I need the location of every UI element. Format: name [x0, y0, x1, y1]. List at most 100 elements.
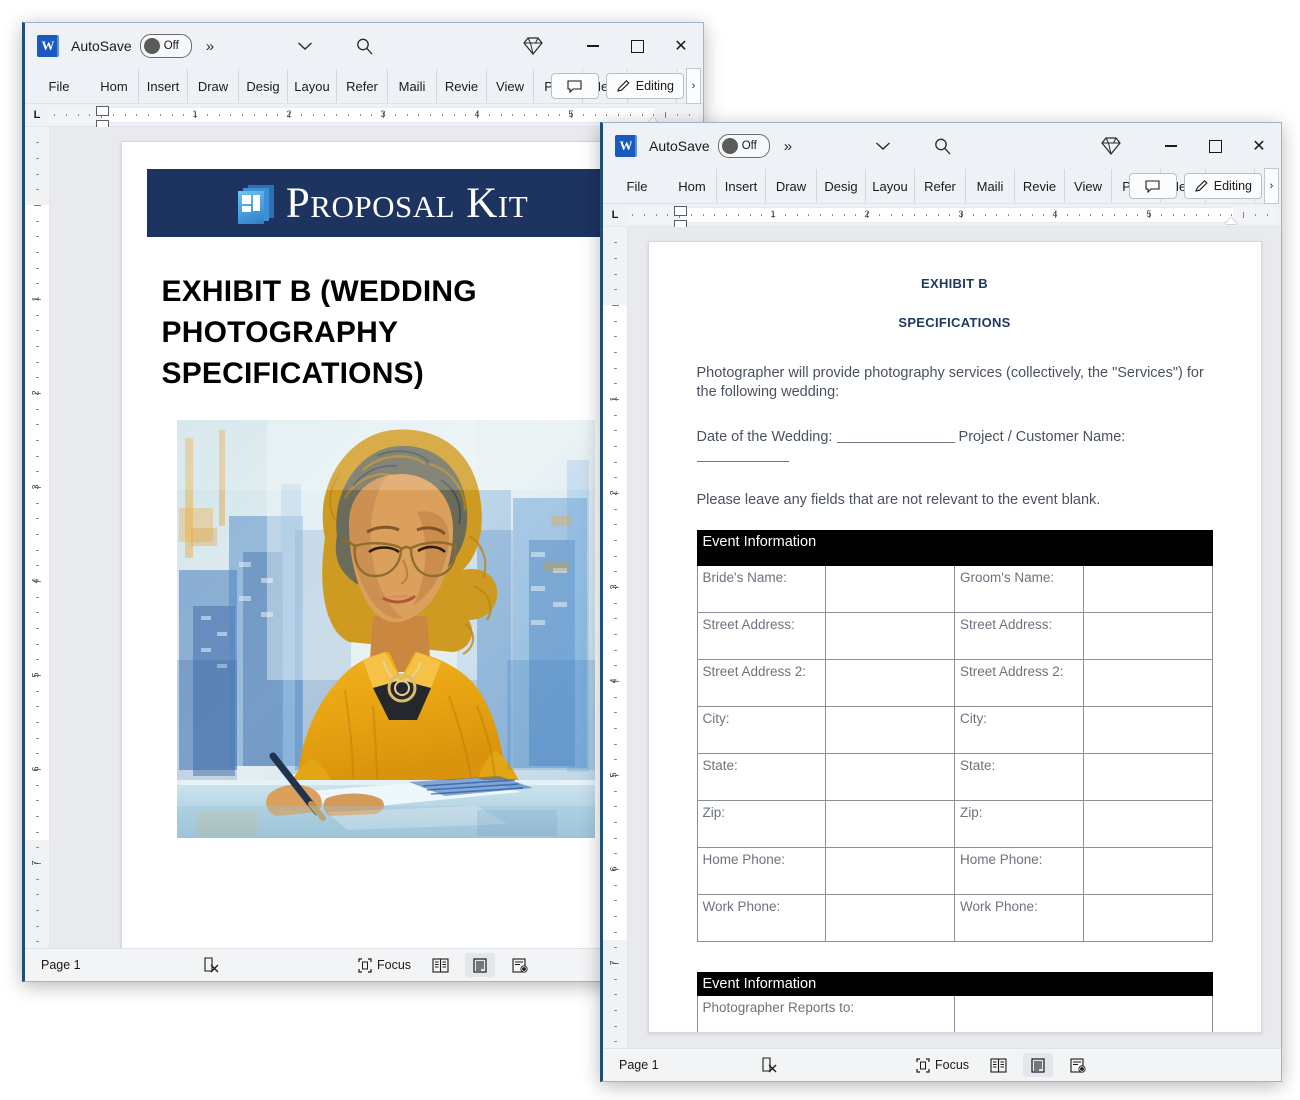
cell-value[interactable] — [954, 995, 1213, 1032]
tab-draw[interactable]: Draw — [766, 169, 817, 203]
maximize-button[interactable] — [615, 23, 659, 69]
cell-value[interactable] — [1082, 659, 1213, 708]
horizontal-ruler-track[interactable]: 12345 — [627, 206, 1277, 230]
search-icon[interactable] — [933, 137, 952, 156]
tab-mailings[interactable]: Maili — [388, 69, 437, 103]
diamond-icon[interactable] — [1101, 137, 1121, 155]
table-row[interactable]: Street Address 2: Street Address 2: — [696, 659, 1213, 708]
tab-view[interactable]: View — [1065, 169, 1112, 203]
tab-file[interactable]: File — [35, 69, 90, 103]
cell-value[interactable] — [1082, 753, 1213, 802]
cell-value[interactable] — [1082, 565, 1213, 614]
ribbon-overflow-chevron-icon[interactable]: › — [1264, 168, 1279, 204]
tab-design[interactable]: Desig — [239, 69, 288, 103]
cell-value[interactable] — [825, 706, 955, 755]
table-row[interactable]: State: State: — [696, 753, 1213, 802]
page-number-label[interactable]: Page 1 — [41, 958, 81, 972]
cell-value[interactable] — [825, 659, 955, 708]
first-line-indent-marker[interactable] — [96, 106, 109, 116]
horizontal-ruler-track[interactable]: 12345 — [49, 106, 699, 130]
ribbon-right-group[interactable]: Editing › — [544, 68, 701, 104]
editing-mode-button[interactable]: Editing — [1183, 173, 1262, 199]
cell-value[interactable] — [825, 847, 955, 896]
tab-stop-left-icon[interactable]: L — [603, 204, 627, 226]
proofing-errors-icon[interactable] — [761, 1056, 778, 1074]
ribbon-tab-bar[interactable]: File Hom Insert Draw Desig Layou Refer M… — [603, 168, 1281, 204]
cell-value[interactable] — [1082, 706, 1213, 755]
tab-layout[interactable]: Layou — [866, 169, 915, 203]
woman-writing-illustration[interactable] — [176, 420, 595, 839]
tab-draw[interactable]: Draw — [188, 69, 239, 103]
first-line-indent-marker[interactable] — [674, 206, 687, 216]
editing-mode-button[interactable]: Editing — [605, 73, 684, 99]
focus-mode-button[interactable]: Focus — [916, 1057, 969, 1073]
cell-value[interactable] — [1082, 612, 1213, 661]
read-mode-button[interactable] — [983, 1053, 1013, 1077]
table-row[interactable]: Bride's Name: Groom's Name: — [696, 565, 1213, 614]
cell-value[interactable] — [825, 753, 955, 802]
document-page[interactable]: EXHIBIT B SPECIFICATIONS Photographer wi… — [647, 241, 1262, 1033]
ribbon-tab-bar[interactable]: File Hom Insert Draw Desig Layou Refer M… — [25, 68, 703, 104]
window-controls[interactable]: ✕ — [1149, 123, 1281, 169]
tab-view[interactable]: View — [487, 69, 534, 103]
word-window-front[interactable]: W AutoSave Off » ✕ File Hom Insert Draw … — [600, 122, 1282, 1082]
autosave-toggle[interactable]: Off — [139, 34, 192, 58]
vertical-ruler[interactable]: 1234567 — [603, 227, 628, 1048]
cell-value[interactable] — [825, 612, 955, 661]
proofing-errors-icon[interactable] — [203, 956, 220, 974]
tab-home[interactable]: Hom — [90, 69, 139, 103]
title-bar[interactable]: W AutoSave Off » ✕ — [603, 123, 1281, 169]
front-document-body[interactable]: EXHIBIT B SPECIFICATIONS Photographer wi… — [649, 242, 1261, 1032]
quick-access-more-icon[interactable]: » — [206, 38, 214, 55]
quick-access-chevron-down-icon[interactable] — [297, 41, 313, 51]
status-bar[interactable]: Page 1 Focus — [603, 1048, 1281, 1081]
project-customer-name-blank[interactable] — [696, 460, 789, 462]
ribbon-overflow-chevron-icon[interactable]: › — [686, 68, 701, 104]
web-layout-button[interactable] — [505, 953, 535, 977]
cell-value[interactable] — [1082, 800, 1213, 849]
autosave-toggle[interactable]: Off — [717, 134, 770, 158]
table-row[interactable]: Street Address: Street Address: — [696, 612, 1213, 661]
ribbon-right-group[interactable]: Editing › — [1122, 168, 1279, 204]
tab-review[interactable]: Revie — [437, 69, 487, 103]
close-button[interactable]: ✕ — [659, 23, 703, 69]
tab-insert[interactable]: Insert — [139, 69, 188, 103]
event-information-table-1[interactable]: Event Information Bride's Name: Groom's … — [696, 530, 1213, 943]
tab-home[interactable]: Hom — [668, 169, 717, 203]
diamond-icon[interactable] — [523, 37, 543, 55]
cell-value[interactable] — [825, 894, 955, 943]
tab-stop-left-icon[interactable]: L — [25, 104, 49, 126]
web-layout-button[interactable] — [1063, 1053, 1093, 1077]
event-information-table-2[interactable]: Event Information Photographer Reports t… — [696, 972, 1213, 1032]
title-bar[interactable]: W AutoSave Off » ✕ — [25, 23, 703, 69]
cell-value[interactable] — [825, 800, 955, 849]
print-layout-button[interactable] — [465, 953, 495, 977]
horizontal-ruler[interactable]: L 12345 — [603, 204, 1281, 230]
table-row[interactable]: Photographer Reports to: — [696, 995, 1213, 1032]
minimize-button[interactable] — [1149, 123, 1193, 169]
close-button[interactable]: ✕ — [1237, 123, 1281, 169]
tab-design[interactable]: Desig — [817, 169, 866, 203]
comments-button[interactable] — [550, 73, 599, 99]
document-canvas[interactable]: EXHIBIT B SPECIFICATIONS Photographer wi… — [628, 227, 1281, 1048]
tab-insert[interactable]: Insert — [717, 169, 766, 203]
quick-access-more-icon[interactable]: » — [784, 138, 792, 155]
cell-value[interactable] — [825, 565, 955, 614]
minimize-button[interactable] — [571, 23, 615, 69]
tab-file[interactable]: File — [613, 169, 668, 203]
table-row[interactable]: City: City: — [696, 706, 1213, 755]
comments-button[interactable] — [1128, 173, 1177, 199]
document-area[interactable]: 1234567 EXHIBIT B SPECIFICATIONS Photogr… — [603, 227, 1281, 1048]
maximize-button[interactable] — [1193, 123, 1237, 169]
tab-review[interactable]: Revie — [1015, 169, 1065, 203]
quick-access-chevron-down-icon[interactable] — [875, 141, 891, 151]
document-page[interactable]: PROPOSAL KIT EXHIBIT B (WEDDING PHOTOGRA… — [120, 141, 633, 948]
table-row[interactable]: Work Phone: Work Phone: — [696, 894, 1213, 943]
cell-value[interactable] — [1082, 847, 1213, 896]
window-controls[interactable]: ✕ — [571, 23, 703, 69]
page-number-label[interactable]: Page 1 — [619, 1058, 659, 1072]
right-indent-marker[interactable] — [1225, 217, 1237, 224]
vertical-ruler[interactable]: 1234567 — [25, 127, 50, 948]
focus-mode-button[interactable]: Focus — [358, 957, 411, 973]
tab-references[interactable]: Refer — [337, 69, 388, 103]
